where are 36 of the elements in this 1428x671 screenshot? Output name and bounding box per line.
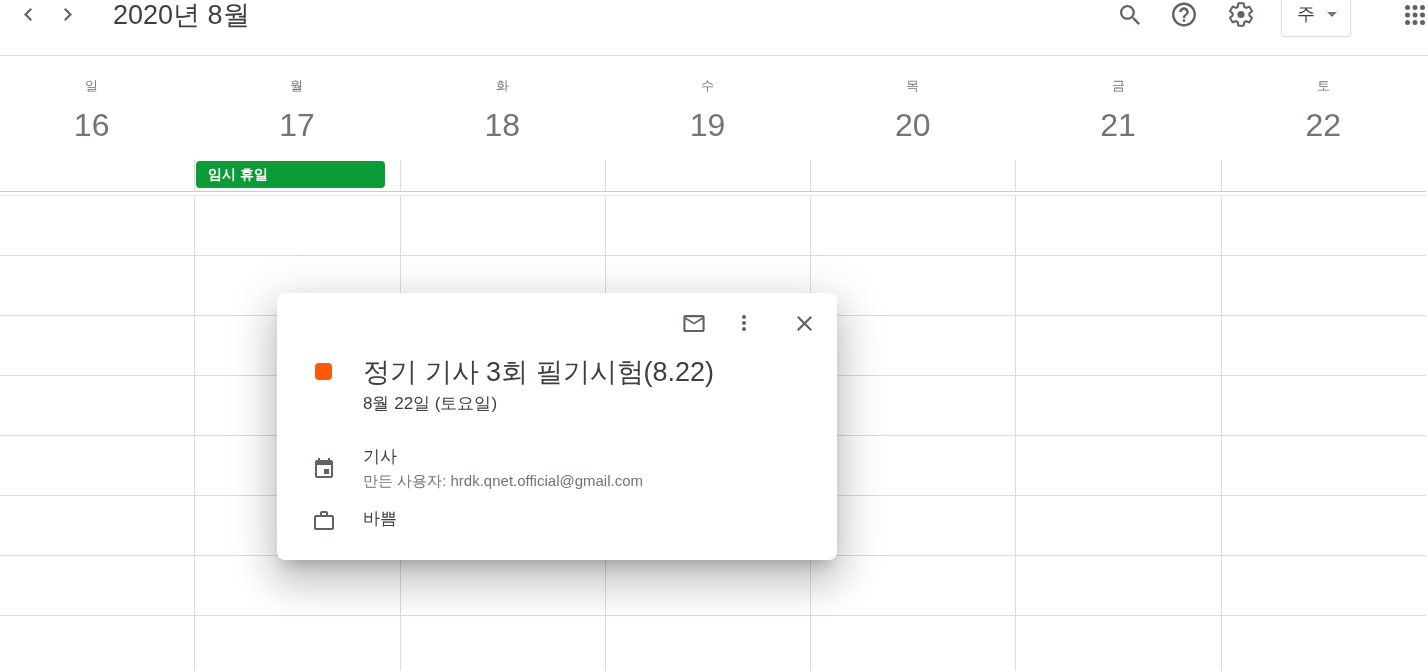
all-day-event[interactable]: 임시 휴일 (196, 161, 385, 188)
settings-icon (1229, 2, 1253, 27)
view-dropdown[interactable]: 주 (1281, 0, 1351, 37)
more-vertical-icon (742, 315, 746, 331)
detail-label: 기사 (363, 446, 398, 468)
day-number[interactable]: 21 (1100, 107, 1136, 143)
mail-icon (683, 314, 705, 332)
apps-grid-icon (1405, 4, 1425, 25)
creator-text: 만든 사용자: hrdk.qnet.official@gmail.com (363, 472, 644, 490)
weekday-label: 금 (1111, 78, 1125, 94)
day-number[interactable]: 22 (1305, 107, 1342, 143)
close-icon (796, 315, 812, 331)
chevron-right-icon (64, 8, 72, 21)
search-icon (1120, 4, 1140, 25)
caret-down-icon (1327, 11, 1337, 17)
weekday-label: 수 (701, 78, 714, 94)
weekday-label: 토 (1316, 78, 1330, 94)
help-button[interactable] (1172, 0, 1196, 29)
weekday-label: 목 (906, 78, 920, 94)
day-number[interactable]: 16 (73, 107, 110, 143)
calendar-icon (314, 458, 334, 478)
settings-button[interactable] (1229, 0, 1253, 29)
detail-label: 바쁨 (363, 508, 397, 530)
day-number[interactable]: 18 (484, 107, 520, 143)
help-icon (1172, 2, 1196, 27)
event-title: 정기 기사 3회 필기시험(8.22) (363, 356, 715, 388)
day-number[interactable]: 17 (279, 107, 315, 143)
chevron-left-icon (24, 8, 32, 21)
event-date: 8월 22일 (토요일) (363, 393, 499, 415)
day-number[interactable]: 20 (895, 107, 931, 143)
weekday-label: 일 (85, 78, 99, 94)
month-title: 2020년 8월 (113, 0, 250, 30)
weekday-label: 월 (290, 78, 304, 94)
briefcase-icon (314, 511, 334, 530)
day-number[interactable]: 19 (689, 107, 726, 143)
weekday-label: 화 (495, 78, 509, 94)
